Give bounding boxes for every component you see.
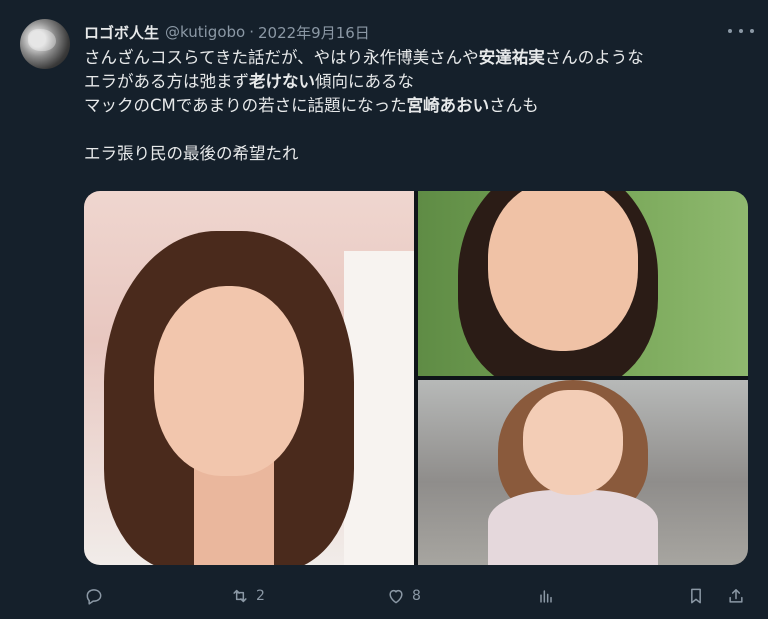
tweet-header: ロゴボ人生 @kutigobo · 2022年9月16日 xyxy=(84,20,370,44)
retweet-count: 2 xyxy=(256,588,265,604)
tweet-line-2: エラがある方は弛まず老けない傾向にあるな xyxy=(84,70,754,94)
text-segment: さんのような xyxy=(544,48,644,67)
retweet-icon xyxy=(233,589,247,603)
reply-icon xyxy=(86,589,102,605)
tweet-line-3: マックのCMであまりの若さに話題になった宮崎あおいさんも xyxy=(84,94,754,118)
bold-text-segment: 安達祐実 xyxy=(478,48,545,67)
avatar[interactable] xyxy=(20,19,70,69)
reply-button[interactable] xyxy=(84,582,104,610)
display-name[interactable]: ロゴボ人生 xyxy=(84,22,159,43)
like-button[interactable]: 8 xyxy=(386,582,421,610)
neck-shape xyxy=(194,461,274,565)
face-shape xyxy=(523,390,623,495)
share-button[interactable] xyxy=(726,582,746,610)
bookmark-button[interactable] xyxy=(686,582,706,610)
face-shape xyxy=(488,191,638,351)
background-board xyxy=(344,251,414,565)
tweet-media[interactable] xyxy=(84,191,748,565)
tweet-line-5: エラ張り民の最後の希望たれ xyxy=(84,142,754,166)
tweet-date[interactable]: 2022年9月16日 xyxy=(258,22,370,43)
user-handle[interactable]: @kutigobo xyxy=(165,23,245,41)
bold-text-segment: 老けない xyxy=(249,72,315,91)
media-image-3[interactable] xyxy=(418,380,748,565)
text-segment: さんざんコスらてきた話だが、やはり永作博美さんや xyxy=(84,48,479,67)
text-segment: 傾向にあるな xyxy=(315,72,414,91)
body-shape xyxy=(488,490,658,565)
bookmark-icon xyxy=(691,588,701,604)
like-count: 8 xyxy=(412,588,421,604)
tweet-line-1: さんざんコスらてきた話だが、やはり永作博美さんや安達祐実さんのような xyxy=(84,46,754,70)
analytics-icon xyxy=(540,590,552,603)
heart-icon xyxy=(389,589,403,604)
tweet-text: さんざんコスらてきた話だが、やはり永作博美さんや安達祐実さんのような エラがある… xyxy=(84,46,754,166)
media-image-1[interactable] xyxy=(84,191,414,565)
media-image-2[interactable] xyxy=(418,191,748,376)
bold-text-segment: 宮崎あおい xyxy=(406,96,490,115)
views-button[interactable] xyxy=(536,582,556,610)
text-segment: マックのCMであまりの若さに話題になった xyxy=(84,96,407,115)
more-options-icon[interactable] xyxy=(728,22,754,40)
text-segment: さんも xyxy=(489,96,539,115)
text-segment: エラがある方は弛まず xyxy=(84,72,249,91)
tweet-actions: 2 8 xyxy=(84,582,754,610)
text-segment: エラ張り民の最後の希望たれ xyxy=(84,144,299,163)
separator-dot: · xyxy=(249,23,254,41)
face-shape xyxy=(154,286,304,476)
retweet-button[interactable]: 2 xyxy=(230,582,265,610)
share-icon xyxy=(729,589,743,603)
